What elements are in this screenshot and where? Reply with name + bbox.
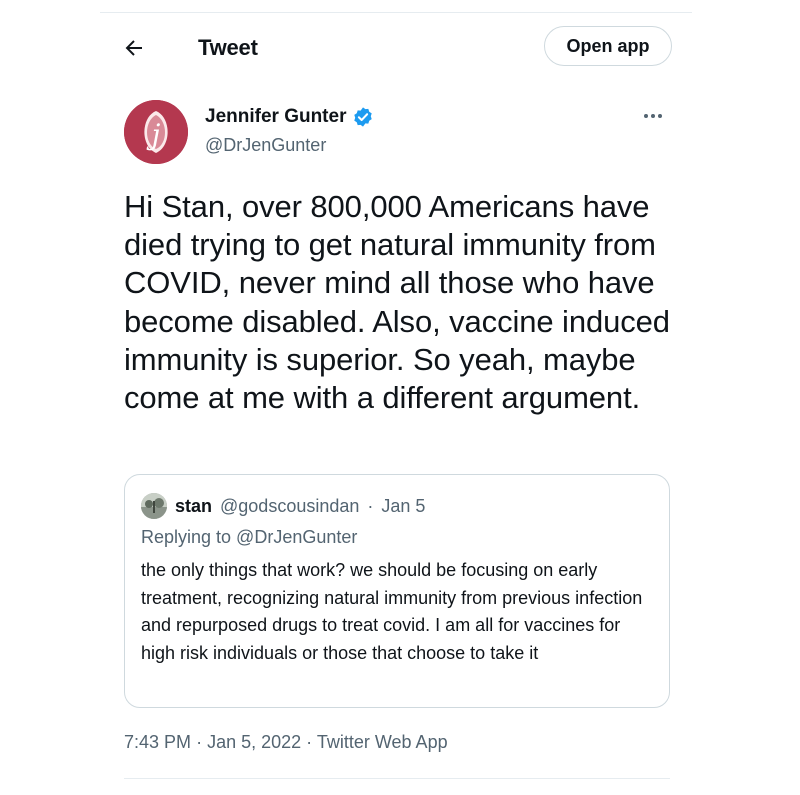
tweet-date[interactable]: Jan 5, 2022 bbox=[207, 732, 301, 752]
quoted-author-handle: @godscousindan bbox=[220, 495, 360, 516]
top-divider bbox=[100, 12, 692, 13]
avatar-logo-icon: j bbox=[124, 100, 188, 164]
author-handle[interactable]: @DrJenGunter bbox=[205, 135, 326, 156]
tweet-time[interactable]: 7:43 PM bbox=[124, 732, 191, 752]
open-app-button[interactable]: Open app bbox=[544, 26, 672, 66]
meta-separator-2: · bbox=[306, 732, 313, 752]
more-options-button[interactable] bbox=[638, 106, 668, 126]
quoted-avatar bbox=[141, 493, 167, 519]
quoted-tweet-header: stan @godscousindan · Jan 5 bbox=[141, 493, 425, 519]
quoted-author-name: stan bbox=[175, 495, 213, 516]
verified-badge-icon bbox=[354, 107, 373, 127]
author-name[interactable]: Jennifer Gunter bbox=[205, 106, 346, 128]
header-bar: Tweet Open app bbox=[100, 24, 692, 74]
arrow-left-icon bbox=[125, 40, 142, 56]
avatar[interactable]: j bbox=[124, 100, 188, 164]
quoted-replying-to: Replying to @DrJenGunter bbox=[141, 527, 358, 547]
tweet-text: Hi Stan, over 800,000 Americans have die… bbox=[124, 189, 670, 416]
quoted-tweet-text: the only things that work? we should be … bbox=[141, 560, 643, 663]
quoted-tweet[interactable]: stan @godscousindan · Jan 5 Replying to … bbox=[124, 474, 670, 708]
tweet-client: Twitter Web App bbox=[316, 732, 448, 752]
page-title: Tweet bbox=[198, 35, 258, 60]
quoted-separator: · bbox=[367, 495, 374, 516]
tweet-metadata: 7:43 PM · Jan 5, 2022 · Twitter Web App bbox=[124, 732, 448, 753]
tweet-author: j Jennifer Gunter @DrJenGunter bbox=[124, 100, 672, 166]
meta-separator-1: · bbox=[196, 732, 203, 752]
quoted-avatar-image-icon bbox=[141, 493, 167, 519]
quoted-date: Jan 5 bbox=[381, 495, 426, 516]
bottom-divider bbox=[124, 778, 670, 779]
back-button[interactable] bbox=[118, 32, 150, 64]
author-name-row: Jennifer Gunter bbox=[205, 106, 374, 128]
more-dots-icon bbox=[644, 114, 662, 118]
